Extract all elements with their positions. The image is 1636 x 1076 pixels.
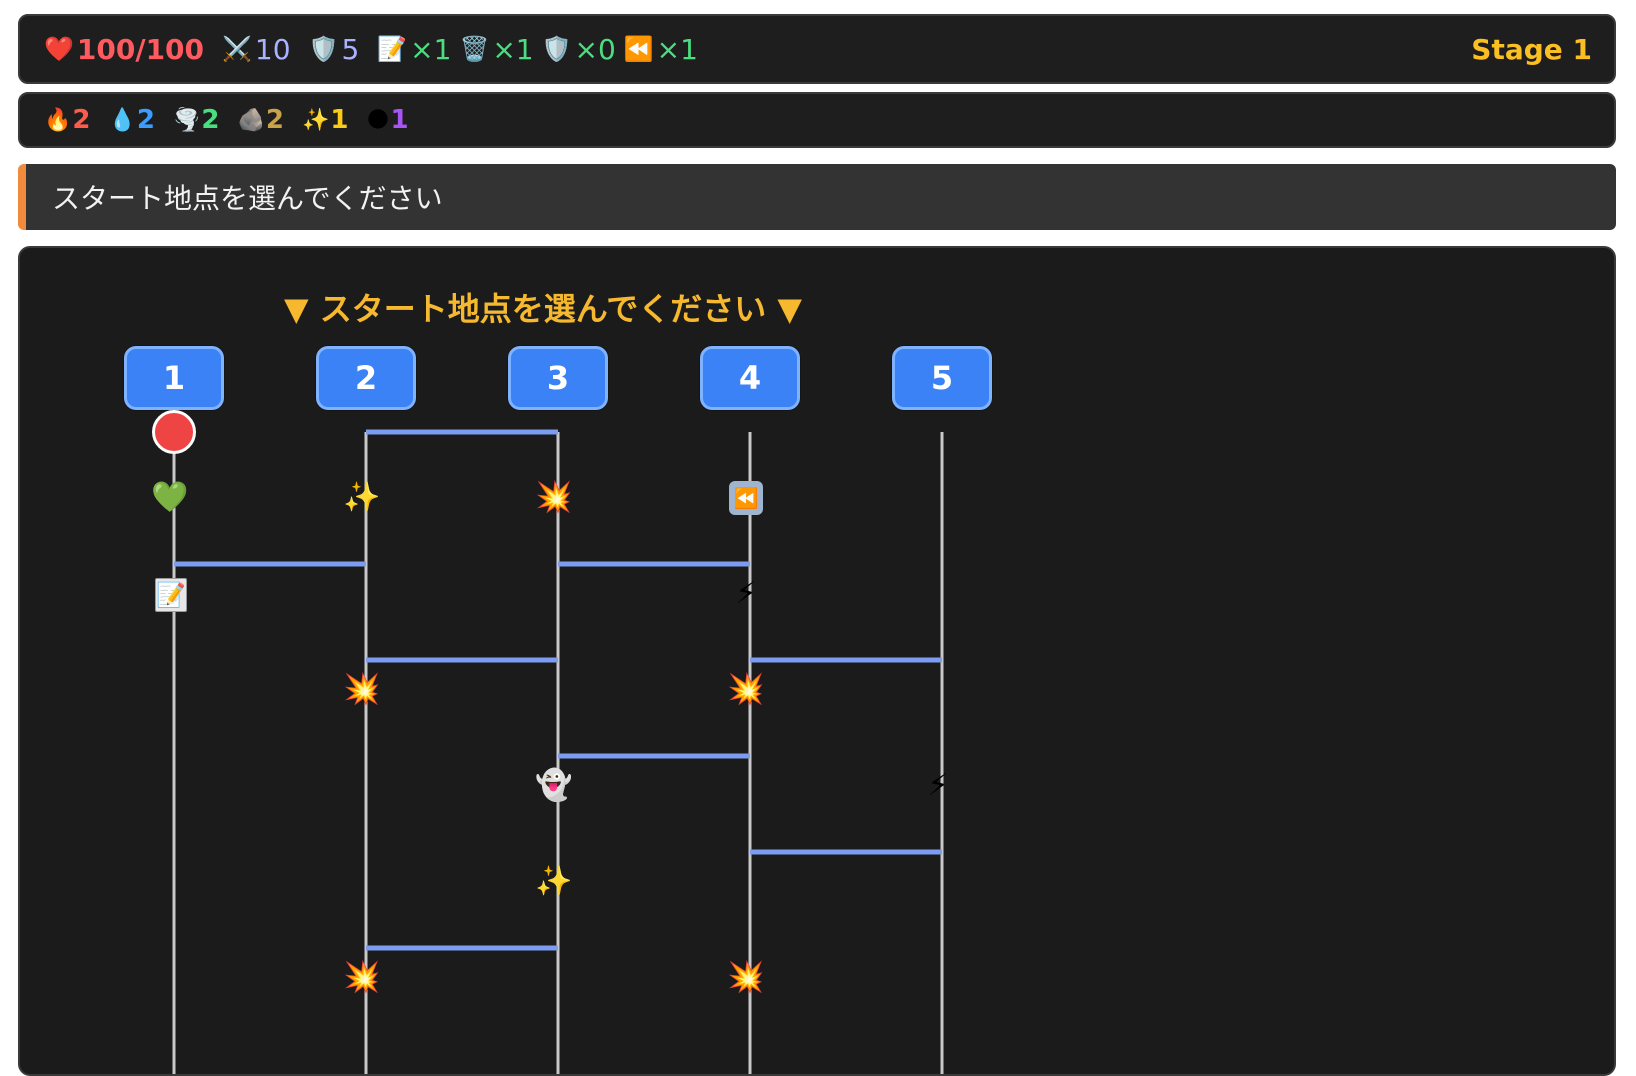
rewind-icon: ⏪: [729, 481, 763, 515]
light-count: 1: [330, 105, 349, 135]
memo-count: ×1: [410, 32, 452, 66]
ghost-icon: 👻: [535, 768, 573, 803]
trash-item[interactable]: 🗑️ ×1: [459, 33, 533, 66]
earth-icon: 🪨: [237, 107, 265, 133]
explosion-icon: 💥: [727, 960, 765, 995]
fire-element: 🔥 2: [44, 105, 91, 135]
hp-stat: ❤️ 100/100: [44, 33, 204, 66]
shield-count: ×0: [574, 32, 616, 66]
stage-label: Stage 1: [1471, 32, 1592, 66]
wind-element: 🌪️ 2: [173, 105, 220, 135]
fire-icon: 🔥: [44, 107, 72, 133]
dark-element: 🌑 1: [367, 105, 409, 135]
explosion-icon: 💥: [343, 672, 381, 707]
earth-count: 2: [265, 105, 284, 135]
light-icon: ✨: [302, 107, 330, 133]
defense-stat: 🛡️ 5: [309, 33, 360, 66]
ladder-svg: [172, 429, 944, 1074]
sword-icon: ⚔️: [222, 35, 252, 63]
explosion-icon: 💥: [343, 960, 381, 995]
wind-icon: 🌪️: [173, 107, 201, 133]
wind-count: 2: [201, 105, 220, 135]
heart-icon: ❤️: [44, 35, 74, 63]
status-row: ❤️ 100/100 ⚔️ 10 🛡️ 5 📝 ×1 🗑️ ×1 🛡️ ×0 ⏪…: [44, 16, 706, 82]
element-row: 🔥 2 💧 2 🌪️ 2 🪨 2 ✨ 1 🌑 1: [44, 94, 427, 146]
trash-count: ×1: [492, 32, 534, 66]
water-count: 2: [136, 105, 155, 135]
ladder-board: ▼ スタート地点を選んでください ▼ 12345 💚 ✨ 💥 ⏪ 📝 ⚡ 💥 💥 👻 ⚡ ✨ 💥 💥: [18, 246, 1616, 1076]
explosion-icon: 💥: [535, 480, 573, 515]
earth-element: 🪨 2: [238, 105, 285, 135]
shield-icon: 🛡️: [541, 35, 572, 63]
status-bar: ❤️ 100/100 ⚔️ 10 🛡️ 5 📝 ×1 🗑️ ×1 🛡️ ×0 ⏪…: [18, 14, 1616, 84]
hp-value: 100/100: [76, 32, 205, 66]
sparkle-icon: ✨: [535, 864, 573, 899]
attack-stat: ⚔️ 10: [222, 33, 291, 66]
memo-item[interactable]: 📝 ×1: [377, 33, 451, 66]
water-icon: 💧: [108, 107, 136, 133]
sparkle-icon: ✨: [343, 480, 381, 515]
shield-item[interactable]: 🛡️ ×0: [542, 33, 616, 66]
dark-count: 1: [390, 105, 409, 135]
defense-value: 5: [341, 32, 360, 66]
rewind-count: ×1: [656, 32, 698, 66]
message-bar: スタート地点を選んでください: [18, 164, 1616, 230]
attack-value: 10: [254, 32, 291, 66]
element-bar: 🔥 2 💧 2 🌪️ 2 🪨 2 ✨ 1 🌑 1: [18, 92, 1616, 148]
shield-icon: 🛡️: [308, 35, 339, 63]
rewind-icon: ⏪: [623, 35, 654, 63]
lightning-icon: ⚡: [735, 576, 757, 611]
lightning-icon: ⚡: [927, 768, 949, 803]
memo-icon: 📝: [155, 578, 187, 612]
dark-icon: 🌑: [366, 107, 390, 133]
trash-icon: 🗑️: [459, 35, 490, 63]
memo-icon: 📝: [377, 35, 408, 63]
start-marker: [152, 410, 196, 454]
heal-heart-icon: 💚: [151, 480, 189, 515]
rewind-item[interactable]: ⏪ ×1: [624, 33, 698, 66]
fire-count: 2: [72, 105, 91, 135]
light-element: ✨ 1: [302, 105, 349, 135]
explosion-icon: 💥: [727, 672, 765, 707]
message-text: スタート地点を選んでください: [52, 182, 443, 215]
water-element: 💧 2: [109, 105, 156, 135]
